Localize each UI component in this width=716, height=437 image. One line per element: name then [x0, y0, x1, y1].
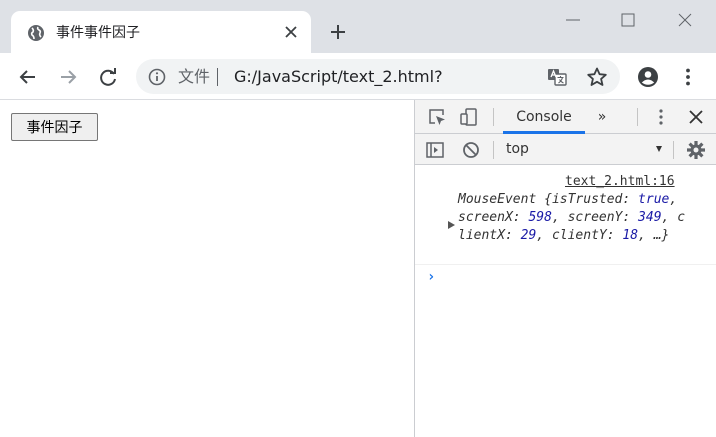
- close-icon[interactable]: [672, 8, 698, 32]
- reload-icon[interactable]: [97, 66, 119, 88]
- devtools-tabbar: Console »: [415, 100, 716, 134]
- console-message: text_2.html:16 MouseEvent {isTrusted: tr…: [415, 165, 716, 265]
- toolbar-divider: [673, 141, 674, 159]
- console-prompt[interactable]: ›: [427, 269, 435, 285]
- sidebar-toggle-icon[interactable]: [425, 140, 445, 160]
- inspect-element-icon[interactable]: [427, 107, 447, 127]
- toolbar: 文件 G:/JavaScript/text_2.html?: [0, 53, 716, 100]
- toolbar-divider: [493, 108, 494, 126]
- globe-icon: [28, 25, 44, 41]
- browser-tab[interactable]: 事件事件因子: [11, 11, 311, 53]
- event-factor-button[interactable]: 事件因子: [11, 113, 98, 141]
- star-icon[interactable]: [586, 66, 608, 88]
- device-toggle-icon[interactable]: [459, 107, 479, 127]
- tab-title: 事件事件因子: [56, 25, 140, 41]
- kebab-menu-icon[interactable]: [651, 107, 671, 127]
- account-icon[interactable]: [637, 66, 659, 88]
- maximize-icon[interactable]: [615, 8, 641, 32]
- url-separator: [217, 68, 218, 86]
- back-arrow-icon[interactable]: [17, 66, 39, 88]
- devtools-panel: Console » top text_2.html:16 MouseEvent …: [414, 100, 716, 437]
- tab-strip: 事件事件因子: [0, 0, 716, 53]
- tab-console[interactable]: Console: [503, 100, 585, 134]
- toolbar-divider: [493, 141, 494, 159]
- context-selector[interactable]: top: [506, 141, 529, 157]
- plus-icon[interactable]: [328, 22, 348, 42]
- translate-icon[interactable]: [546, 66, 568, 88]
- minimize-icon[interactable]: [560, 8, 586, 32]
- page-viewport: 事件因子: [0, 100, 414, 437]
- kebab-menu-icon[interactable]: [677, 66, 699, 88]
- log-object[interactable]: MouseEvent {isTrusted: true, screenX: 59…: [458, 191, 688, 245]
- close-icon[interactable]: [281, 22, 301, 42]
- url-text[interactable]: G:/JavaScript/text_2.html?: [234, 67, 443, 87]
- forward-arrow-icon[interactable]: [57, 66, 79, 88]
- chevron-down-icon[interactable]: [656, 146, 662, 152]
- browser-window: 事件事件因子 文件 G:/JavaScript/text_2.html? 事件因…: [0, 0, 716, 437]
- more-tabs-button[interactable]: »: [591, 100, 613, 134]
- log-source-link[interactable]: text_2.html:16: [565, 174, 675, 189]
- info-icon[interactable]: [148, 68, 166, 86]
- address-bar[interactable]: 文件 G:/JavaScript/text_2.html?: [136, 59, 620, 94]
- clear-console-icon[interactable]: [461, 140, 481, 160]
- expand-triangle-icon[interactable]: [448, 221, 455, 229]
- toolbar-divider: [637, 108, 638, 126]
- url-scheme-label: 文件: [178, 67, 211, 86]
- close-icon[interactable]: [686, 107, 706, 127]
- gear-icon[interactable]: [686, 140, 706, 160]
- console-toolbar: top: [415, 134, 716, 165]
